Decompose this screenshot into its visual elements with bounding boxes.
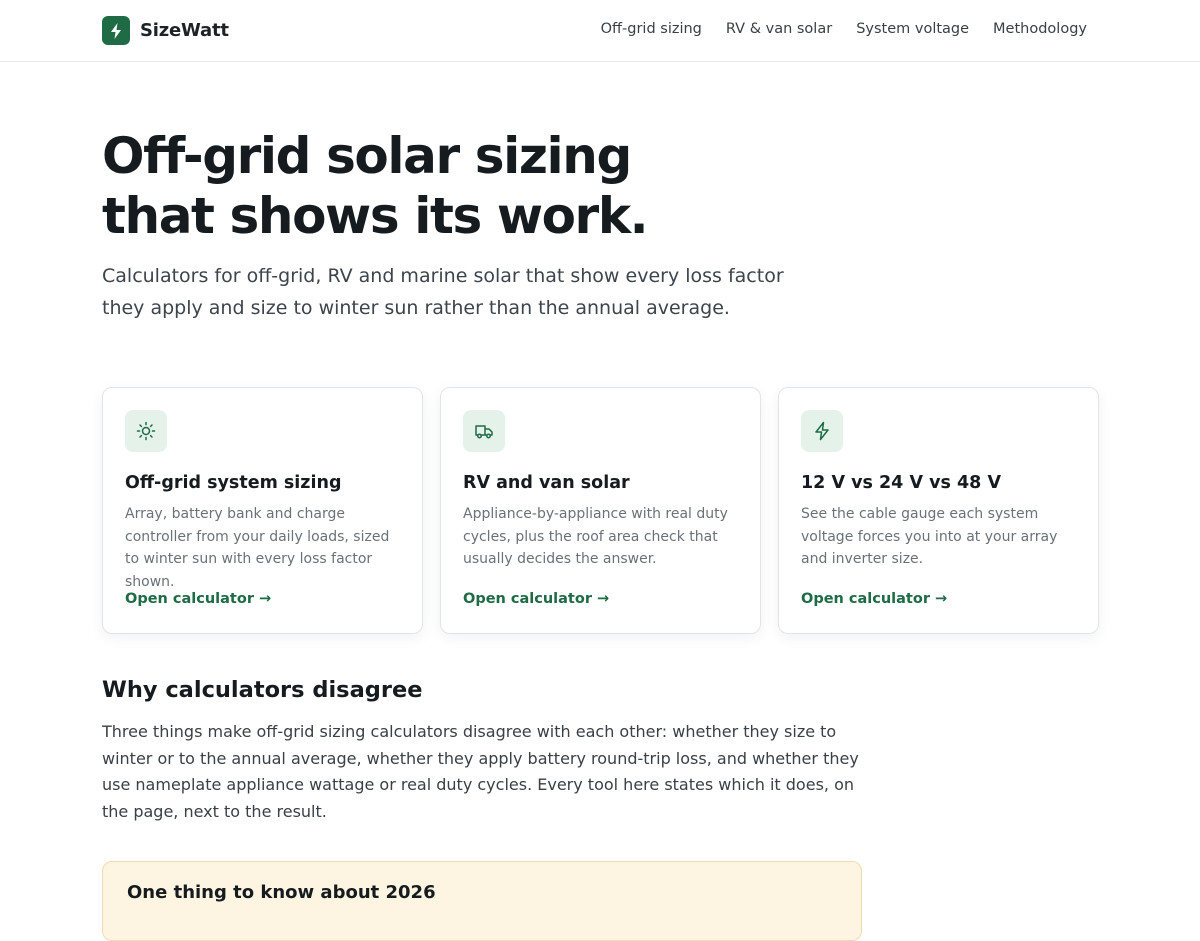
hero-title-line-2: that shows its work. — [102, 187, 649, 245]
brand-name: SizeWatt — [140, 20, 229, 41]
card-title: RV and van solar — [463, 473, 630, 493]
section-title: Why calculators disagree — [102, 677, 423, 703]
hero-title: Off-grid solar sizing that shows its wor… — [102, 126, 649, 246]
open-calculator-link[interactable]: Open calculator → — [125, 591, 271, 607]
main-nav: Off-grid sizing RV & van solar System vo… — [601, 21, 1087, 37]
bolt-icon — [801, 410, 843, 452]
bolt-icon — [102, 16, 130, 45]
section-body: Three things make off-grid sizing calcul… — [102, 722, 859, 821]
hero-title-line-1: Off-grid solar sizing — [102, 127, 632, 185]
sun-icon — [125, 410, 167, 452]
card-system-voltage[interactable]: 12 V vs 24 V vs 48 V See the cable gauge… — [778, 387, 1099, 634]
nav-link-methodology[interactable]: Methodology — [993, 21, 1087, 37]
card-rv-van-solar[interactable]: RV and van solar Appliance-by-appliance … — [440, 387, 761, 634]
card-description: Array, battery bank and charge controlle… — [125, 506, 390, 590]
card-off-grid-sizing[interactable]: Off-grid system sizing Array, battery ba… — [102, 387, 423, 634]
top-bar: SizeWatt Off-grid sizing RV & van solar … — [0, 0, 1200, 62]
nav-link-off-grid-sizing[interactable]: Off-grid sizing — [601, 21, 702, 37]
card-description: See the cable gauge each system voltage … — [801, 506, 1058, 567]
callout-box: One thing to know about 2026 — [102, 861, 862, 941]
hero-subtitle: Calculators for off-grid, RV and marine … — [102, 265, 784, 319]
open-calculator-link[interactable]: Open calculator → — [801, 591, 947, 607]
van-icon — [463, 410, 505, 452]
calculator-cards: Off-grid system sizing Array, battery ba… — [102, 387, 1099, 634]
nav-link-rv-van-solar[interactable]: RV & van solar — [726, 21, 832, 37]
card-title: 12 V vs 24 V vs 48 V — [801, 473, 1001, 493]
open-calculator-link[interactable]: Open calculator → — [463, 591, 609, 607]
nav-link-system-voltage[interactable]: System voltage — [856, 21, 969, 37]
brand[interactable]: SizeWatt — [102, 16, 229, 45]
card-title: Off-grid system sizing — [125, 473, 342, 493]
card-description: Appliance-by-appliance with real duty cy… — [463, 506, 728, 567]
